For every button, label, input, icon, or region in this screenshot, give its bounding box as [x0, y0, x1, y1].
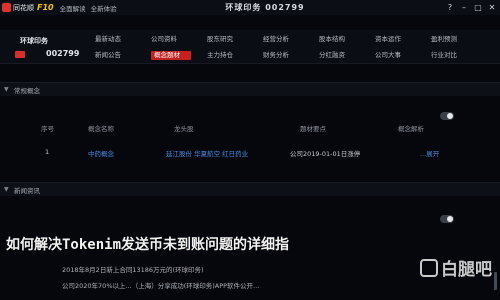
- col-analysis: 概念解析: [398, 125, 424, 133]
- expand-link[interactable]: ...展开: [420, 148, 439, 158]
- nav-forecast[interactable]: 盈利预测: [431, 35, 487, 44]
- window-banner: 环球印务 002799: [225, 3, 305, 12]
- nav-company-profile[interactable]: 公司资料: [151, 35, 207, 44]
- maximize-icon[interactable]: ▢: [472, 1, 484, 13]
- news-toggle[interactable]: [440, 215, 454, 223]
- nav-operations[interactable]: 经营分析: [263, 35, 319, 44]
- watermark: 白腿吧: [420, 255, 492, 280]
- watermark-text: 白腿吧: [441, 260, 492, 280]
- news-panel-header[interactable]: ▼ 新闻资讯: [0, 182, 500, 196]
- col-name: 概念名称: [88, 125, 114, 133]
- nav-concepts[interactable]: 概念题材: [151, 51, 191, 60]
- stock-name: 环球印务: [20, 37, 48, 45]
- col-points: 题材要点: [300, 125, 326, 133]
- concept-panel-title: 常规概念: [14, 86, 40, 95]
- concept-table-header: 序号 概念名称 龙头股 题材要点 概念解析: [0, 119, 500, 135]
- top-menu: 全面解读 全新体验: [60, 3, 122, 13]
- row-leaders[interactable]: 延江股份 华夏航空 红日药业: [166, 148, 248, 158]
- nav-capital-structure[interactable]: 股本结构: [319, 35, 375, 44]
- collapse-icon[interactable]: ▼: [4, 86, 14, 93]
- nav-financials[interactable]: 财务分析: [263, 51, 319, 60]
- row-detail: 公司2019-01-01日涨停: [290, 150, 361, 158]
- nav-news[interactable]: 新闻公告: [95, 51, 151, 60]
- row-index: 1: [45, 148, 50, 156]
- concept-panel-header[interactable]: ▼ 常规概念: [0, 82, 500, 96]
- watermark-logo-icon: [420, 258, 438, 277]
- brand-version: F10: [37, 3, 54, 12]
- minimize-icon[interactable]: –: [458, 1, 470, 13]
- menu-item-full-read[interactable]: 全面解读: [60, 3, 86, 13]
- col-leaders: 龙头股: [174, 125, 194, 133]
- news-item[interactable]: 2018年8月2日新上合同13186万元的(环球印务): [62, 264, 204, 274]
- stock-tag-icon: [15, 51, 25, 58]
- table-row: 1 中药概念 延江股份 华夏航空 红日药业 公司2019-01-01日涨停 ..…: [0, 144, 500, 158]
- title-bar: 同花顺 F10 全面解读 全新体验 环球印务 002799 ? – ▢ ✕: [0, 0, 500, 15]
- nav-dividends[interactable]: 分红融资: [319, 51, 375, 60]
- col-index: 序号: [41, 125, 54, 133]
- f10-nav-grid: 最新动态 公司资料 股东研究 经营分析 股本结构 资本运作 盈利预测 新闻公告 …: [95, 35, 487, 60]
- menu-item-new-experience[interactable]: 全新体验: [91, 3, 117, 13]
- row-concept-name[interactable]: 中药概念: [88, 148, 114, 158]
- nav-holdings[interactable]: 主力持仓: [207, 51, 263, 60]
- close-icon[interactable]: ✕: [486, 1, 498, 13]
- app-logo-icon: [2, 3, 11, 12]
- stock-header: 环球印务 002799 最新动态 公司资料 股东研究 经营分析 股本结构 资本运…: [0, 30, 500, 64]
- news-panel-title: 新闻资讯: [14, 186, 40, 195]
- collapse-icon[interactable]: ▼: [4, 186, 14, 193]
- nav-shareholders[interactable]: 股东研究: [207, 35, 263, 44]
- stock-code: 002799: [46, 49, 80, 58]
- nav-industry[interactable]: 行业对比: [431, 51, 487, 60]
- nav-latest[interactable]: 最新动态: [95, 35, 151, 44]
- scrollbar-thumb[interactable]: [494, 272, 497, 290]
- overlay-headline: 如何解决Tokenim发送币未到账问题的详细指: [6, 237, 289, 253]
- nav-events[interactable]: 公司大事: [375, 51, 431, 60]
- news-item[interactable]: 公司2020年70%以上...（上海）分享成功(环球印务)APP软件公开...: [62, 280, 259, 290]
- help-icon[interactable]: ?: [444, 1, 456, 13]
- brand: 同花顺 F10: [2, 3, 54, 13]
- brand-name: 同花顺: [13, 3, 34, 12]
- window-controls: ? – ▢ ✕: [442, 1, 498, 13]
- nav-capital-ops[interactable]: 资本运作: [375, 35, 431, 44]
